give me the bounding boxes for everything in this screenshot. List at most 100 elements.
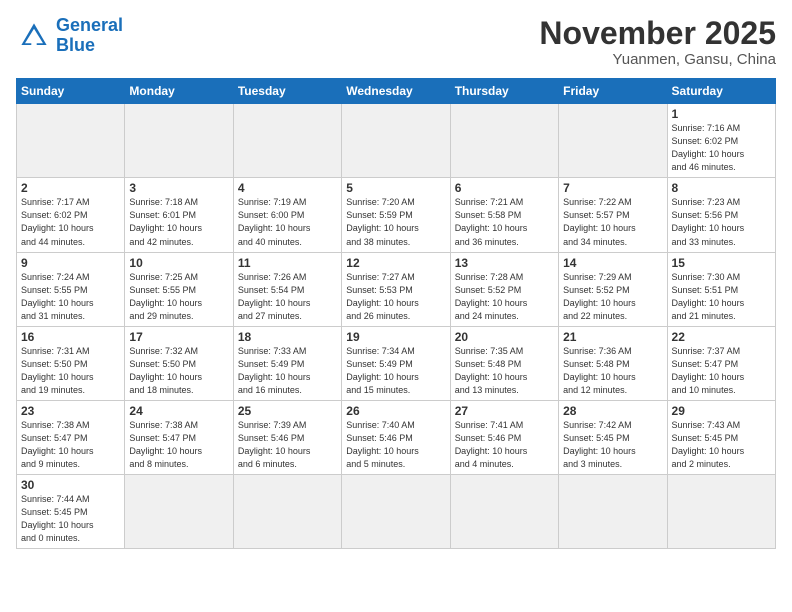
day-info-19: Sunrise: 7:34 AMSunset: 5:49 PMDaylight:…: [346, 346, 419, 395]
day-29: 29 Sunrise: 7:43 AMSunset: 5:45 PMDaylig…: [667, 400, 775, 474]
day-num-5: 5: [346, 181, 445, 195]
day-num-4: 4: [238, 181, 337, 195]
day-info-26: Sunrise: 7:40 AMSunset: 5:46 PMDaylight:…: [346, 420, 419, 469]
day-17: 17 Sunrise: 7:32 AMSunset: 5:50 PMDaylig…: [125, 326, 233, 400]
day-27: 27 Sunrise: 7:41 AMSunset: 5:46 PMDaylig…: [450, 400, 558, 474]
day-num-2: 2: [21, 181, 120, 195]
empty-cell: [450, 104, 558, 178]
header-monday: Monday: [125, 79, 233, 104]
day-info-28: Sunrise: 7:42 AMSunset: 5:45 PMDaylight:…: [563, 420, 636, 469]
day-info-21: Sunrise: 7:36 AMSunset: 5:48 PMDaylight:…: [563, 346, 636, 395]
day-num-22: 22: [672, 330, 771, 344]
header-tuesday: Tuesday: [233, 79, 341, 104]
logo-blue: Blue: [56, 35, 95, 55]
day-info-4: Sunrise: 7:19 AMSunset: 6:00 PMDaylight:…: [238, 197, 311, 246]
day-num-15: 15: [672, 256, 771, 270]
header-wednesday: Wednesday: [342, 79, 450, 104]
day-info-27: Sunrise: 7:41 AMSunset: 5:46 PMDaylight:…: [455, 420, 528, 469]
day-num-12: 12: [346, 256, 445, 270]
logo: General Blue: [16, 16, 123, 56]
day-11: 11 Sunrise: 7:26 AMSunset: 5:54 PMDaylig…: [233, 252, 341, 326]
day-info-22: Sunrise: 7:37 AMSunset: 5:47 PMDaylight:…: [672, 346, 745, 395]
empty-cell: [559, 104, 667, 178]
day-24: 24 Sunrise: 7:38 AMSunset: 5:47 PMDaylig…: [125, 400, 233, 474]
day-18: 18 Sunrise: 7:33 AMSunset: 5:49 PMDaylig…: [233, 326, 341, 400]
day-num-26: 26: [346, 404, 445, 418]
logo-text: General Blue: [56, 16, 123, 56]
day-2: 2 Sunrise: 7:17 AMSunset: 6:02 PMDayligh…: [17, 178, 125, 252]
day-num-30: 30: [21, 478, 120, 492]
day-6: 6 Sunrise: 7:21 AMSunset: 5:58 PMDayligh…: [450, 178, 558, 252]
day-num-23: 23: [21, 404, 120, 418]
empty-cell: [233, 475, 341, 549]
day-num-19: 19: [346, 330, 445, 344]
header-saturday: Saturday: [667, 79, 775, 104]
title-block: November 2025 Yuanmen, Gansu, China: [539, 16, 776, 68]
day-num-27: 27: [455, 404, 554, 418]
day-num-14: 14: [563, 256, 662, 270]
week-row-2: 2 Sunrise: 7:17 AMSunset: 6:02 PMDayligh…: [17, 178, 776, 252]
day-25: 25 Sunrise: 7:39 AMSunset: 5:46 PMDaylig…: [233, 400, 341, 474]
day-info-11: Sunrise: 7:26 AMSunset: 5:54 PMDaylight:…: [238, 272, 311, 321]
week-row-3: 9 Sunrise: 7:24 AMSunset: 5:55 PMDayligh…: [17, 252, 776, 326]
day-5: 5 Sunrise: 7:20 AMSunset: 5:59 PMDayligh…: [342, 178, 450, 252]
week-row-4: 16 Sunrise: 7:31 AMSunset: 5:50 PMDaylig…: [17, 326, 776, 400]
day-info-15: Sunrise: 7:30 AMSunset: 5:51 PMDaylight:…: [672, 272, 745, 321]
day-num-25: 25: [238, 404, 337, 418]
location: Yuanmen, Gansu, China: [539, 51, 776, 68]
day-info-25: Sunrise: 7:39 AMSunset: 5:46 PMDaylight:…: [238, 420, 311, 469]
day-14: 14 Sunrise: 7:29 AMSunset: 5:52 PMDaylig…: [559, 252, 667, 326]
day-num-11: 11: [238, 256, 337, 270]
day-info-29: Sunrise: 7:43 AMSunset: 5:45 PMDaylight:…: [672, 420, 745, 469]
day-info-20: Sunrise: 7:35 AMSunset: 5:48 PMDaylight:…: [455, 346, 528, 395]
day-4: 4 Sunrise: 7:19 AMSunset: 6:00 PMDayligh…: [233, 178, 341, 252]
day-7: 7 Sunrise: 7:22 AMSunset: 5:57 PMDayligh…: [559, 178, 667, 252]
empty-cell: [667, 475, 775, 549]
day-num-17: 17: [129, 330, 228, 344]
day-10: 10 Sunrise: 7:25 AMSunset: 5:55 PMDaylig…: [125, 252, 233, 326]
day-info-24: Sunrise: 7:38 AMSunset: 5:47 PMDaylight:…: [129, 420, 202, 469]
day-22: 22 Sunrise: 7:37 AMSunset: 5:47 PMDaylig…: [667, 326, 775, 400]
day-15: 15 Sunrise: 7:30 AMSunset: 5:51 PMDaylig…: [667, 252, 775, 326]
day-num-7: 7: [563, 181, 662, 195]
header-sunday: Sunday: [17, 79, 125, 104]
header: General Blue November 2025 Yuanmen, Gans…: [16, 16, 776, 68]
day-23: 23 Sunrise: 7:38 AMSunset: 5:47 PMDaylig…: [17, 400, 125, 474]
day-info-16: Sunrise: 7:31 AMSunset: 5:50 PMDaylight:…: [21, 346, 94, 395]
empty-cell: [233, 104, 341, 178]
day-num-10: 10: [129, 256, 228, 270]
day-num-6: 6: [455, 181, 554, 195]
header-thursday: Thursday: [450, 79, 558, 104]
day-num-18: 18: [238, 330, 337, 344]
week-row-1: 1 Sunrise: 7:16 AMSunset: 6:02 PMDayligh…: [17, 104, 776, 178]
day-info-10: Sunrise: 7:25 AMSunset: 5:55 PMDaylight:…: [129, 272, 202, 321]
day-num-16: 16: [21, 330, 120, 344]
day-28: 28 Sunrise: 7:42 AMSunset: 5:45 PMDaylig…: [559, 400, 667, 474]
day-num-28: 28: [563, 404, 662, 418]
week-row-6: 30 Sunrise: 7:44 AMSunset: 5:45 PMDaylig…: [17, 475, 776, 549]
day-info-12: Sunrise: 7:27 AMSunset: 5:53 PMDaylight:…: [346, 272, 419, 321]
day-9: 9 Sunrise: 7:24 AMSunset: 5:55 PMDayligh…: [17, 252, 125, 326]
day-19: 19 Sunrise: 7:34 AMSunset: 5:49 PMDaylig…: [342, 326, 450, 400]
day-info-13: Sunrise: 7:28 AMSunset: 5:52 PMDaylight:…: [455, 272, 528, 321]
day-num-8: 8: [672, 181, 771, 195]
weekday-header-row: Sunday Monday Tuesday Wednesday Thursday…: [17, 79, 776, 104]
day-30: 30 Sunrise: 7:44 AMSunset: 5:45 PMDaylig…: [17, 475, 125, 549]
day-21: 21 Sunrise: 7:36 AMSunset: 5:48 PMDaylig…: [559, 326, 667, 400]
day-16: 16 Sunrise: 7:31 AMSunset: 5:50 PMDaylig…: [17, 326, 125, 400]
day-num-29: 29: [672, 404, 771, 418]
page: General Blue November 2025 Yuanmen, Gans…: [0, 0, 792, 612]
header-friday: Friday: [559, 79, 667, 104]
day-num-13: 13: [455, 256, 554, 270]
day-info-1: Sunrise: 7:16 AMSunset: 6:02 PMDaylight:…: [672, 123, 745, 172]
day-13: 13 Sunrise: 7:28 AMSunset: 5:52 PMDaylig…: [450, 252, 558, 326]
day-info-7: Sunrise: 7:22 AMSunset: 5:57 PMDaylight:…: [563, 197, 636, 246]
logo-icon: [16, 18, 52, 54]
day-num-20: 20: [455, 330, 554, 344]
day-info-3: Sunrise: 7:18 AMSunset: 6:01 PMDaylight:…: [129, 197, 202, 246]
month-title: November 2025: [539, 16, 776, 51]
empty-cell: [342, 475, 450, 549]
empty-cell: [450, 475, 558, 549]
day-num-21: 21: [563, 330, 662, 344]
day-num-3: 3: [129, 181, 228, 195]
